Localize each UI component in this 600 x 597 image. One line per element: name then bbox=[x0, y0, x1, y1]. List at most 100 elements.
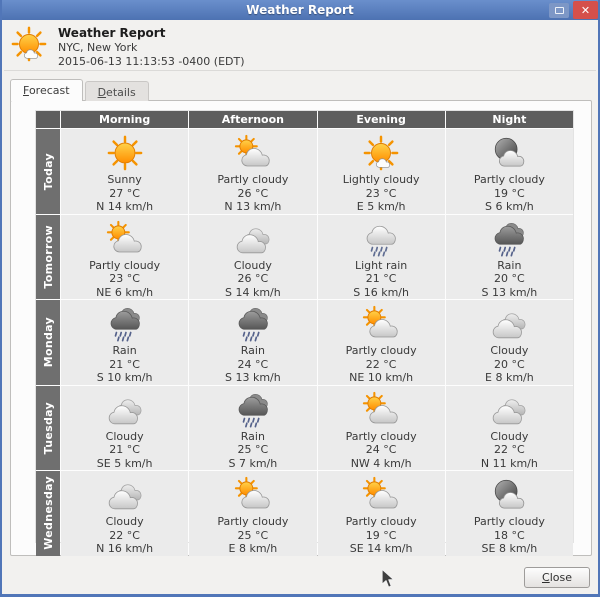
wind-text: SE 8 km/h bbox=[481, 542, 538, 555]
wind-text: E 8 km/h bbox=[485, 371, 534, 384]
temperature-text: 20 °C bbox=[494, 272, 525, 285]
cloudy-icon bbox=[234, 220, 272, 258]
partly-cloudy-night-icon bbox=[490, 134, 528, 172]
temperature-text: 26 °C bbox=[237, 272, 269, 285]
temperature-text: 22 °C bbox=[365, 357, 397, 371]
cloudy-icon bbox=[490, 391, 528, 429]
condition-text: Cloudy bbox=[490, 429, 529, 443]
condition-text: Rain bbox=[240, 429, 265, 443]
condition-text: Rain bbox=[497, 258, 522, 272]
temperature-text: 22 °C bbox=[494, 443, 525, 456]
rain-icon bbox=[490, 220, 528, 258]
forecast-cell-tuesday-morning: Cloudy 21 °C SE 5 km/h bbox=[61, 385, 189, 470]
wind-text: N 13 km/h bbox=[224, 200, 282, 213]
temperature-text: 23 °C bbox=[109, 272, 140, 285]
wind-text: NE 10 km/h bbox=[349, 371, 414, 384]
temperature-text: 27 °C bbox=[109, 186, 140, 200]
forecast-cell-wednesday-night: Partly cloudy 18 °C SE 8 km/h bbox=[445, 471, 573, 556]
rain-icon bbox=[234, 305, 272, 343]
close-window-button[interactable]: ✕ bbox=[573, 1, 598, 19]
forecast-cell-tomorrow-afternoon: Cloudy 26 °C S 14 km/h bbox=[189, 214, 317, 299]
wind-text: S 7 km/h bbox=[228, 456, 278, 470]
timestamp-text: 2015-06-13 11:13:53 -0400 (EDT) bbox=[58, 55, 245, 68]
condition-text: Partly cloudy bbox=[345, 344, 417, 357]
close-button[interactable]: Close bbox=[524, 567, 590, 588]
row-label-text: Monday bbox=[41, 317, 55, 368]
wind-text: NE 6 km/h bbox=[96, 285, 154, 299]
row-label-wednesday: Wednesday bbox=[36, 471, 60, 556]
window-title: Weather Report bbox=[246, 3, 354, 17]
partly-cloudy-day-icon bbox=[362, 305, 400, 343]
partly-cloudy-day-icon bbox=[362, 391, 400, 429]
sunny-icon bbox=[106, 134, 144, 172]
forecast-cell-today-night: Partly cloudy 19 °C S 6 km/h bbox=[445, 129, 573, 214]
condition-text: Cloudy bbox=[233, 258, 272, 272]
row-label-monday: Monday bbox=[36, 300, 60, 385]
wind-text: S 14 km/h bbox=[225, 285, 281, 299]
row-label-tomorrow: Tomorrow bbox=[36, 214, 60, 299]
forecast-cell-tuesday-night: Cloudy 22 °C N 11 km/h bbox=[445, 385, 573, 470]
forecast-cell-tuesday-afternoon: Rain 25 °C S 7 km/h bbox=[189, 385, 317, 470]
report-title: Weather Report bbox=[58, 26, 166, 40]
forecast-cell-tomorrow-evening: Light rain 21 °C S 16 km/h bbox=[317, 214, 445, 299]
tab-details[interactable]: Details bbox=[84, 81, 149, 101]
temperature-text: 24 °C bbox=[365, 443, 397, 456]
temperature-text: 26 °C bbox=[237, 186, 269, 200]
rain-icon bbox=[234, 391, 272, 429]
wind-text: SE 5 km/h bbox=[96, 456, 153, 470]
location-text: NYC, New York bbox=[58, 41, 138, 54]
cloudy-icon bbox=[106, 476, 144, 514]
temperature-text: 21 °C bbox=[365, 272, 397, 285]
partly-cloudy-night-icon bbox=[490, 476, 528, 514]
tab-bar: Forecast Details bbox=[10, 79, 149, 101]
wind-text: S 6 km/h bbox=[485, 200, 534, 213]
forecast-cell-wednesday-morning: Cloudy 22 °C N 16 km/h bbox=[61, 471, 189, 556]
forecast-cell-wednesday-afternoon: Partly cloudy 25 °C E 8 km/h bbox=[189, 471, 317, 556]
temperature-text: 20 °C bbox=[494, 357, 525, 371]
row-label-text: Tuesday bbox=[41, 401, 55, 454]
wind-text: N 11 km/h bbox=[480, 456, 538, 470]
partly-cloudy-day-icon bbox=[234, 476, 272, 514]
forecast-cell-wednesday-evening: Partly cloudy 19 °C SE 14 km/h bbox=[317, 471, 445, 556]
mouse-cursor bbox=[381, 568, 395, 588]
condition-text: Cloudy bbox=[490, 344, 529, 357]
forecast-cell-monday-morning: Rain 21 °C S 10 km/h bbox=[61, 300, 189, 385]
temperature-text: 23 °C bbox=[365, 186, 397, 200]
forecast-cell-today-morning: Sunny 27 °C N 14 km/h bbox=[61, 129, 189, 214]
maximize-button[interactable] bbox=[549, 2, 569, 18]
column-header-evening: Evening bbox=[317, 111, 445, 128]
weather-report-window: Weather Report ✕ Weather Report NYC, New… bbox=[0, 0, 600, 597]
wind-text: E 5 km/h bbox=[356, 200, 406, 213]
condition-text: Sunny bbox=[107, 173, 142, 186]
condition-text: Partly cloudy bbox=[217, 515, 289, 528]
titlebar[interactable]: Weather Report ✕ bbox=[2, 0, 598, 20]
condition-text: Rain bbox=[112, 344, 137, 357]
temperature-text: 19 °C bbox=[365, 528, 397, 542]
forecast-cell-today-evening: Lightly cloudy 23 °C E 5 km/h bbox=[317, 129, 445, 214]
forecast-cell-monday-night: Cloudy 20 °C E 8 km/h bbox=[445, 300, 573, 385]
condition-text: Cloudy bbox=[105, 429, 144, 443]
tab-forecast[interactable]: Forecast bbox=[10, 79, 83, 101]
wind-text: S 10 km/h bbox=[96, 371, 153, 384]
column-header-morning: Morning bbox=[61, 111, 189, 128]
cloudy-icon bbox=[106, 391, 144, 429]
partly-cloudy-day-icon bbox=[106, 220, 144, 258]
lightly-cloudy-day-icon bbox=[362, 134, 400, 172]
forecast-cell-tomorrow-night: Rain 20 °C S 13 km/h bbox=[445, 214, 573, 299]
maximize-icon bbox=[554, 6, 564, 14]
condition-text: Partly cloudy bbox=[473, 173, 545, 186]
temperature-text: 19 °C bbox=[494, 186, 525, 200]
forecast-cell-monday-evening: Partly cloudy 22 °C NE 10 km/h bbox=[317, 300, 445, 385]
table-corner bbox=[36, 111, 60, 128]
forecast-cell-monday-afternoon: Rain 24 °C S 13 km/h bbox=[189, 300, 317, 385]
condition-text: Cloudy bbox=[105, 515, 144, 528]
forecast-table: Morning Afternoon Evening Night Today Sunny 27… bbox=[35, 110, 574, 556]
forecast-cell-tuesday-evening: Partly cloudy 24 °C NW 4 km/h bbox=[317, 385, 445, 470]
condition-text: Partly cloudy bbox=[217, 173, 289, 186]
condition-text: Light rain bbox=[355, 258, 408, 272]
row-label-text: Today bbox=[41, 152, 55, 190]
wind-text: S 16 km/h bbox=[353, 285, 409, 299]
temperature-text: 21 °C bbox=[109, 357, 140, 371]
wind-text: S 13 km/h bbox=[481, 285, 538, 299]
row-label-today: Today bbox=[36, 129, 60, 214]
